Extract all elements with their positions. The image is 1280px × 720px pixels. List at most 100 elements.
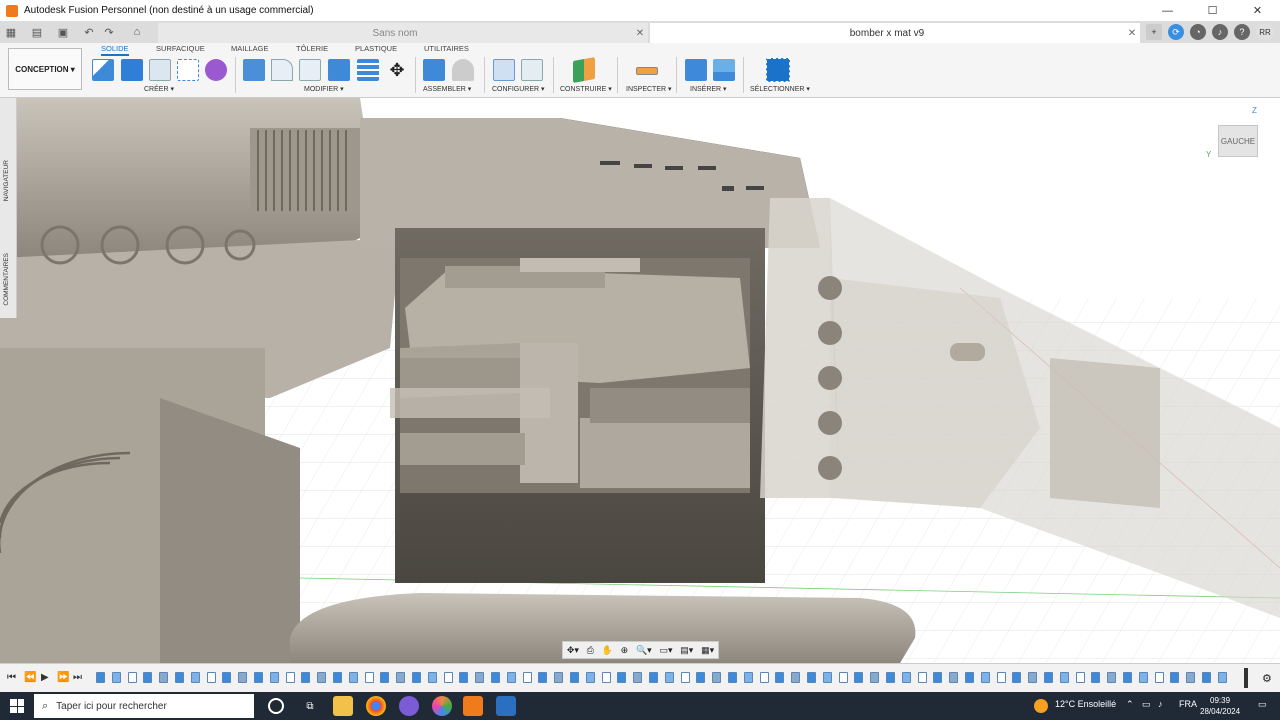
navigator-label[interactable]: NAVIGATEUR: [3, 160, 10, 201]
timeline-feature-icon[interactable]: [222, 672, 232, 683]
timeline-last-icon[interactable]: ⏭: [73, 672, 82, 683]
maximize-button[interactable]: ☐: [1190, 0, 1235, 21]
timeline-feature-icon[interactable]: [854, 672, 864, 683]
timeline-feature-icon[interactable]: [459, 672, 469, 683]
taskbar-search[interactable]: ⌕ Taper ici pour rechercher: [34, 694, 254, 718]
press-pull-icon[interactable]: [243, 59, 265, 81]
timeline-feature-icon[interactable]: [886, 672, 895, 683]
timeline-feature-icon[interactable]: [601, 672, 611, 683]
timeline-marker[interactable]: [1244, 668, 1248, 688]
hole-icon[interactable]: [149, 59, 171, 81]
redo-icon[interactable]: ↷: [100, 23, 118, 41]
save-icon[interactable]: ▣: [54, 23, 72, 41]
timeline-track[interactable]: [96, 672, 1244, 684]
config-table-icon[interactable]: [521, 59, 543, 81]
tab-maillage[interactable]: MAILLAGE: [231, 44, 269, 53]
tab-sans-nom[interactable]: Sans nom ✕: [158, 23, 648, 43]
timeline-feature-icon[interactable]: [396, 672, 406, 683]
timeline-feature-icon[interactable]: [585, 672, 595, 683]
timeline-feature-icon[interactable]: [807, 672, 816, 683]
grid-menu-icon[interactable]: ▦: [2, 23, 20, 41]
insert-canvas-icon[interactable]: [713, 59, 735, 81]
timeline-settings-icon[interactable]: ⚙: [1262, 672, 1272, 685]
timeline-feature-icon[interactable]: [1059, 672, 1069, 683]
combine-icon[interactable]: [328, 59, 350, 81]
timeline-feature-icon[interactable]: [822, 672, 832, 683]
timeline-prev-icon[interactable]: ⏪: [24, 672, 36, 683]
timeline-feature-icon[interactable]: [870, 672, 880, 683]
timeline-feature-icon[interactable]: [933, 672, 943, 683]
timeline-feature-icon[interactable]: [1186, 672, 1196, 683]
timeline-feature-icon[interactable]: [680, 672, 690, 683]
network-icon[interactable]: ▭: [1142, 699, 1151, 710]
taskbar-clock[interactable]: 09:39 28/04/2024: [1200, 695, 1240, 717]
timeline-feature-icon[interactable]: [412, 672, 421, 683]
help-icon[interactable]: ?: [1234, 24, 1250, 40]
comments-label[interactable]: COMMENTAIRES: [3, 253, 10, 306]
timeline-feature-icon[interactable]: [759, 672, 769, 683]
browser-icon[interactable]: [399, 696, 419, 716]
timeline-feature-icon[interactable]: [285, 672, 295, 683]
timeline-next-icon[interactable]: ⏩: [57, 672, 69, 683]
timeline-feature-icon[interactable]: [712, 672, 722, 683]
pattern-icon[interactable]: [177, 59, 199, 81]
orbit-icon[interactable]: ✥▾: [567, 645, 579, 656]
timeline-feature-icon[interactable]: [1044, 672, 1053, 683]
configure-icon[interactable]: [493, 59, 515, 81]
tab-bomber[interactable]: bomber x mat v9 ✕: [650, 23, 1140, 43]
timeline-feature-icon[interactable]: [1075, 672, 1085, 683]
timeline-feature-icon[interactable]: [1217, 672, 1227, 683]
timeline-feature-icon[interactable]: [127, 672, 137, 683]
extensions-icon[interactable]: ⟳: [1168, 24, 1184, 40]
timeline-feature-icon[interactable]: [111, 672, 121, 683]
offset-plane-icon[interactable]: [573, 57, 595, 83]
timeline-feature-icon[interactable]: [269, 672, 279, 683]
create-sketch-icon[interactable]: [92, 59, 114, 81]
look-at-icon[interactable]: ⎙: [587, 645, 594, 656]
snipping-tool-icon[interactable]: [496, 696, 516, 716]
workspace-selector[interactable]: CONCEPTION ▾: [8, 48, 82, 90]
insert-derive-icon[interactable]: [685, 59, 707, 81]
timeline-feature-icon[interactable]: [491, 672, 500, 683]
group-inspecter[interactable]: INSPECTER ▾: [626, 85, 672, 93]
notifications-icon[interactable]: ♪: [1212, 24, 1228, 40]
zoom-icon[interactable]: ⊕: [621, 645, 629, 656]
group-creer[interactable]: CRÉER ▾: [144, 85, 174, 93]
timeline-feature-icon[interactable]: [917, 672, 927, 683]
extrude-icon[interactable]: [121, 59, 143, 81]
job-status-icon[interactable]: ◔: [1190, 24, 1206, 40]
timeline-feature-icon[interactable]: [506, 672, 516, 683]
minimize-button[interactable]: —: [1145, 0, 1190, 21]
timeline-feature-icon[interactable]: [1091, 672, 1101, 683]
timeline-feature-icon[interactable]: [443, 672, 453, 683]
photos-icon[interactable]: [432, 696, 452, 716]
measure-icon[interactable]: [636, 67, 658, 75]
browser-panel[interactable]: NAVIGATEUR COMMENTAIRES: [0, 98, 17, 318]
timeline-feature-icon[interactable]: [522, 672, 532, 683]
chrome-icon[interactable]: [366, 696, 386, 716]
viewcube[interactable]: GAUCHE: [1218, 125, 1258, 157]
new-component-icon[interactable]: [423, 59, 445, 81]
joint-icon[interactable]: [452, 59, 474, 81]
timeline-feature-icon[interactable]: [1107, 672, 1117, 683]
zoom-window-icon[interactable]: 🔍▾: [636, 645, 652, 656]
volume-icon[interactable]: ♪: [1158, 699, 1163, 709]
timeline-feature-icon[interactable]: [838, 672, 848, 683]
group-modifier[interactable]: MODIFIER ▾: [304, 85, 344, 93]
timeline-feature-icon[interactable]: [743, 672, 753, 683]
timeline-feature-icon[interactable]: [96, 672, 105, 683]
move-icon[interactable]: ✥: [386, 59, 408, 81]
undo-icon[interactable]: ↶: [80, 23, 98, 41]
tab-tolerie[interactable]: TÔLERIE: [296, 44, 328, 53]
timeline-feature-icon[interactable]: [791, 672, 801, 683]
timeline-first-icon[interactable]: ⏮: [7, 672, 16, 683]
display-settings-icon[interactable]: ▭▾: [659, 645, 672, 656]
timeline-feature-icon[interactable]: [143, 672, 153, 683]
timeline-feature-icon[interactable]: [1154, 672, 1164, 683]
new-tab-button[interactable]: +: [1146, 24, 1162, 40]
timeline-feature-icon[interactable]: [475, 672, 485, 683]
group-selectionner[interactable]: SÉLECTIONNER ▾: [750, 85, 810, 93]
weather-text[interactable]: 12°C Ensoleillé: [1055, 699, 1116, 709]
timeline-feature-icon[interactable]: [159, 672, 169, 683]
timeline-feature-icon[interactable]: [364, 672, 374, 683]
